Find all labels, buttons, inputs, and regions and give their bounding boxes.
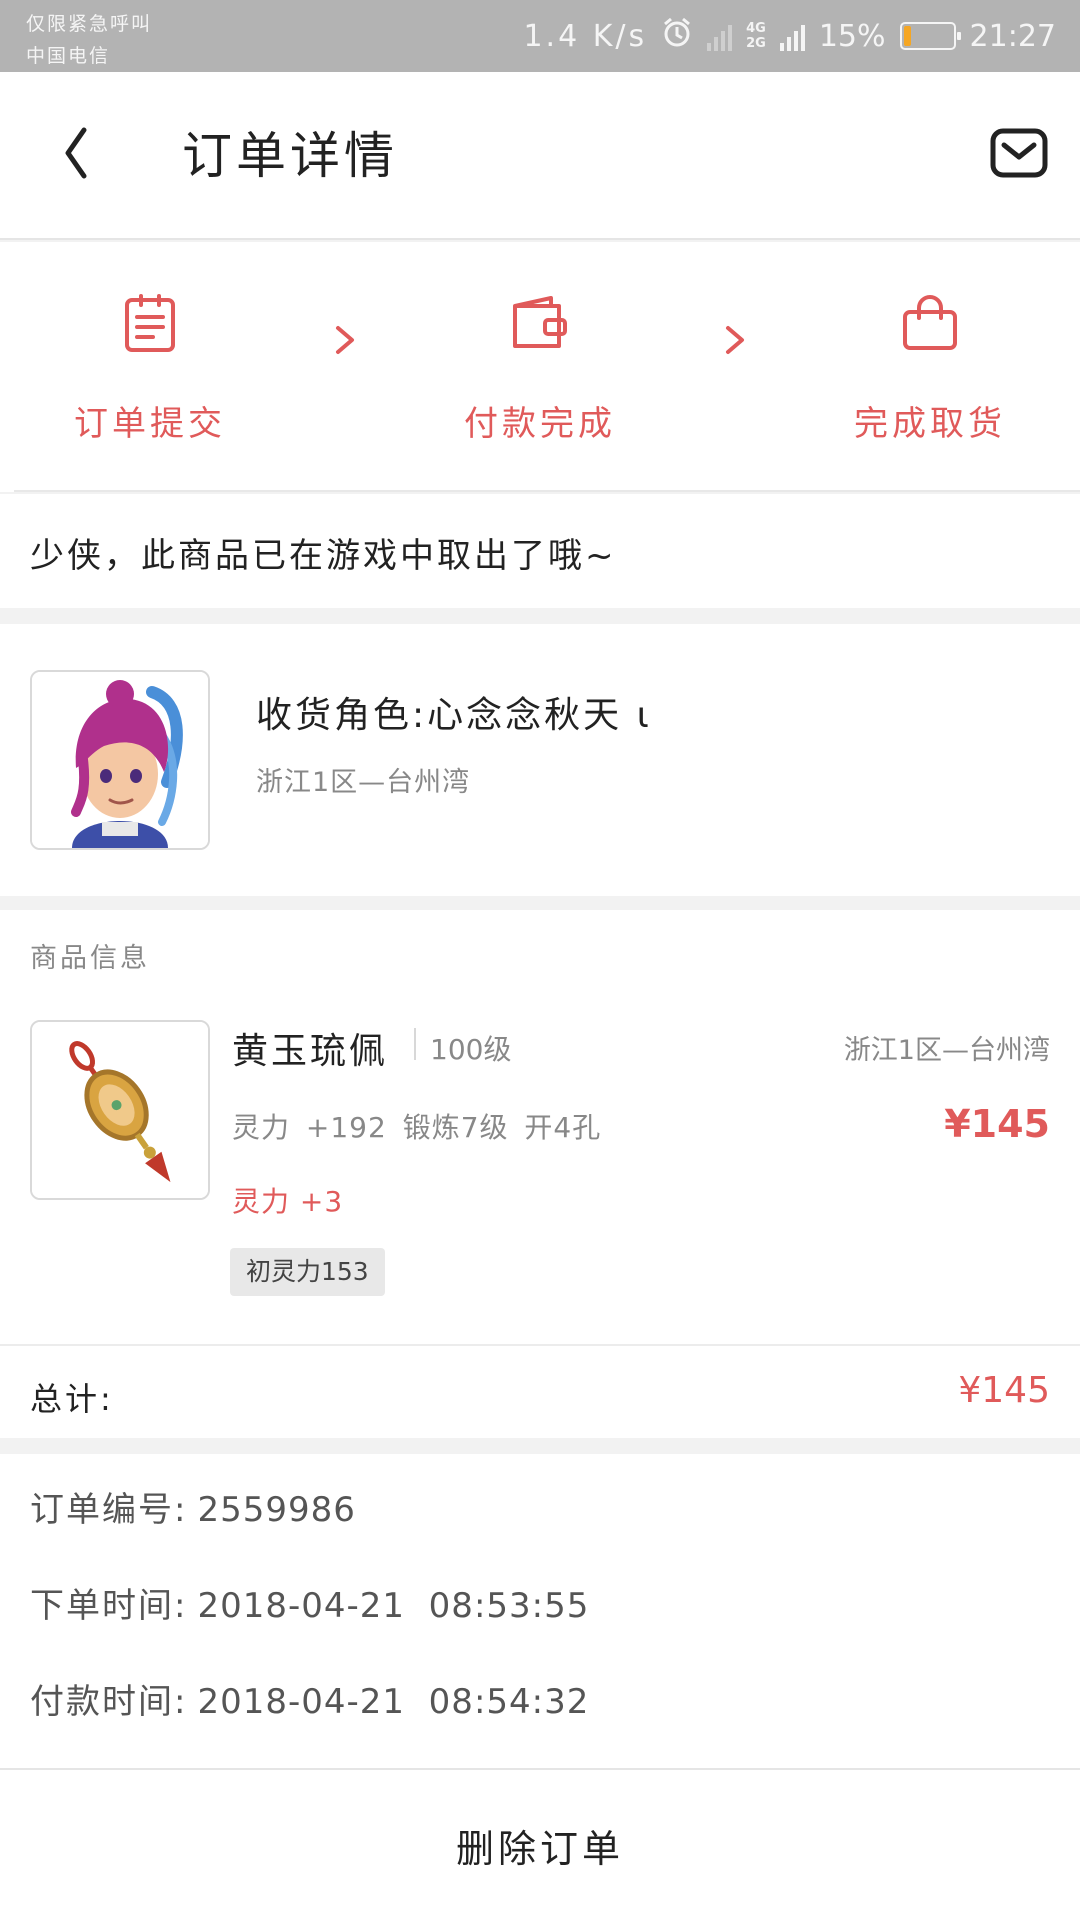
pickup-notice: 少侠，此商品已在游戏中取出了哦~ xyxy=(0,494,1080,608)
signal-sim1-icon xyxy=(707,21,733,51)
avatar xyxy=(30,670,210,850)
order-time: 2018-04-21 08:53:55 xyxy=(197,1586,590,1626)
receiving-role-card: 收货角色:心念念秋天 ι 浙江1区—台州湾 xyxy=(0,624,1080,896)
pay-time-row: 付款时间: 2018-04-21 08:54:32 xyxy=(30,1674,589,1723)
item-tag: 初灵力153 xyxy=(230,1248,385,1296)
emergency-text: 仅限紧急呼叫 xyxy=(26,13,153,35)
item-server: 浙江1区—台州湾 xyxy=(843,1035,1050,1066)
status-left: 仅限紧急呼叫 中国电信 xyxy=(26,8,152,72)
item-bonus-attribute: 灵力 +3 xyxy=(232,1185,344,1218)
item-level: 100级 xyxy=(430,1033,512,1066)
clipboard-icon xyxy=(125,294,175,352)
status-right: 1.4 K/s 4G 2G 15% 21:27 xyxy=(523,0,1056,72)
role-name: 收货角色:心念念秋天 ι xyxy=(256,695,652,736)
battery-icon xyxy=(899,22,961,50)
wallet-icon xyxy=(513,296,567,348)
item-attributes: 灵力 +192 锻炼7级 开4孔 xyxy=(232,1111,602,1144)
chevron-left-icon xyxy=(65,127,87,179)
network-type: 4G 2G xyxy=(746,21,766,51)
footer-actions: 删除订单 xyxy=(0,1768,1080,1920)
status-bar: 仅限紧急呼叫 中国电信 1.4 K/s 4G 2G 15% 21:27 xyxy=(0,0,1080,72)
step-label: 付款完成 xyxy=(464,404,616,444)
total-value: ¥145 xyxy=(958,1370,1050,1411)
order-time-row: 下单时间: 2018-04-21 08:53:55 xyxy=(30,1578,589,1627)
order-total: 总计: ¥145 xyxy=(0,1344,1080,1438)
step-label: 完成取货 xyxy=(854,404,1006,444)
carrier-name: 中国电信 xyxy=(26,45,111,67)
chevron-right-icon xyxy=(336,326,354,354)
order-progress: 订单提交 付款完成 完成取货 xyxy=(0,242,1080,492)
goods-info-card: 商品信息 黄玉琉佩 100级 浙江1区—台州湾 灵力 +192 锻炼7级 开4孔… xyxy=(0,910,1080,1344)
pay-time: 2018-04-21 08:54:32 xyxy=(197,1682,590,1722)
mail-icon xyxy=(990,128,1048,178)
chevron-right-icon xyxy=(726,326,744,354)
app-header: 订单详情 xyxy=(0,72,1080,240)
order-number-label: 订单编号: xyxy=(30,1490,188,1530)
shopping-bag-icon xyxy=(903,295,957,350)
section-title: 商品信息 xyxy=(30,943,150,974)
notice-text: 少侠，此商品已在游戏中取出了哦~ xyxy=(30,536,617,576)
order-number-row: 订单编号: 2559986 xyxy=(30,1482,356,1531)
step-payment-complete: 付款完成 xyxy=(430,292,650,445)
signal-sim2-icon xyxy=(779,21,805,51)
pay-time-label: 付款时间: xyxy=(30,1682,188,1722)
alarm-icon xyxy=(661,16,693,56)
character-portrait-icon xyxy=(32,672,208,848)
page-title: 订单详情 xyxy=(182,127,398,185)
role-server: 浙江1区—台州湾 xyxy=(256,767,471,798)
divider xyxy=(414,1028,416,1060)
jade-pendant-icon xyxy=(32,1022,208,1198)
step-label: 订单提交 xyxy=(74,404,226,444)
item-image xyxy=(30,1020,210,1200)
battery-percent: 15% xyxy=(818,18,886,54)
total-label: 总计: xyxy=(30,1380,114,1418)
divider xyxy=(14,490,1080,492)
back-button[interactable] xyxy=(54,118,114,188)
item-name: 黄玉琉佩 xyxy=(232,1031,389,1072)
clock: 21:27 xyxy=(969,18,1056,54)
order-number: 2559986 xyxy=(197,1490,356,1530)
network-speed: 1.4 K/s xyxy=(523,18,648,54)
step-pickup-complete: 完成取货 xyxy=(820,292,1040,445)
order-info: 订单编号: 2559986 下单时间: 2018-04-21 08:53:55 付款… xyxy=(0,1454,1080,1768)
delete-order-button[interactable]: 删除订单 xyxy=(0,1770,1080,1920)
item-price: ¥145 xyxy=(944,1102,1050,1146)
message-button[interactable] xyxy=(990,128,1048,178)
step-order-submitted: 订单提交 xyxy=(40,292,260,445)
order-time-label: 下单时间: xyxy=(30,1586,188,1626)
